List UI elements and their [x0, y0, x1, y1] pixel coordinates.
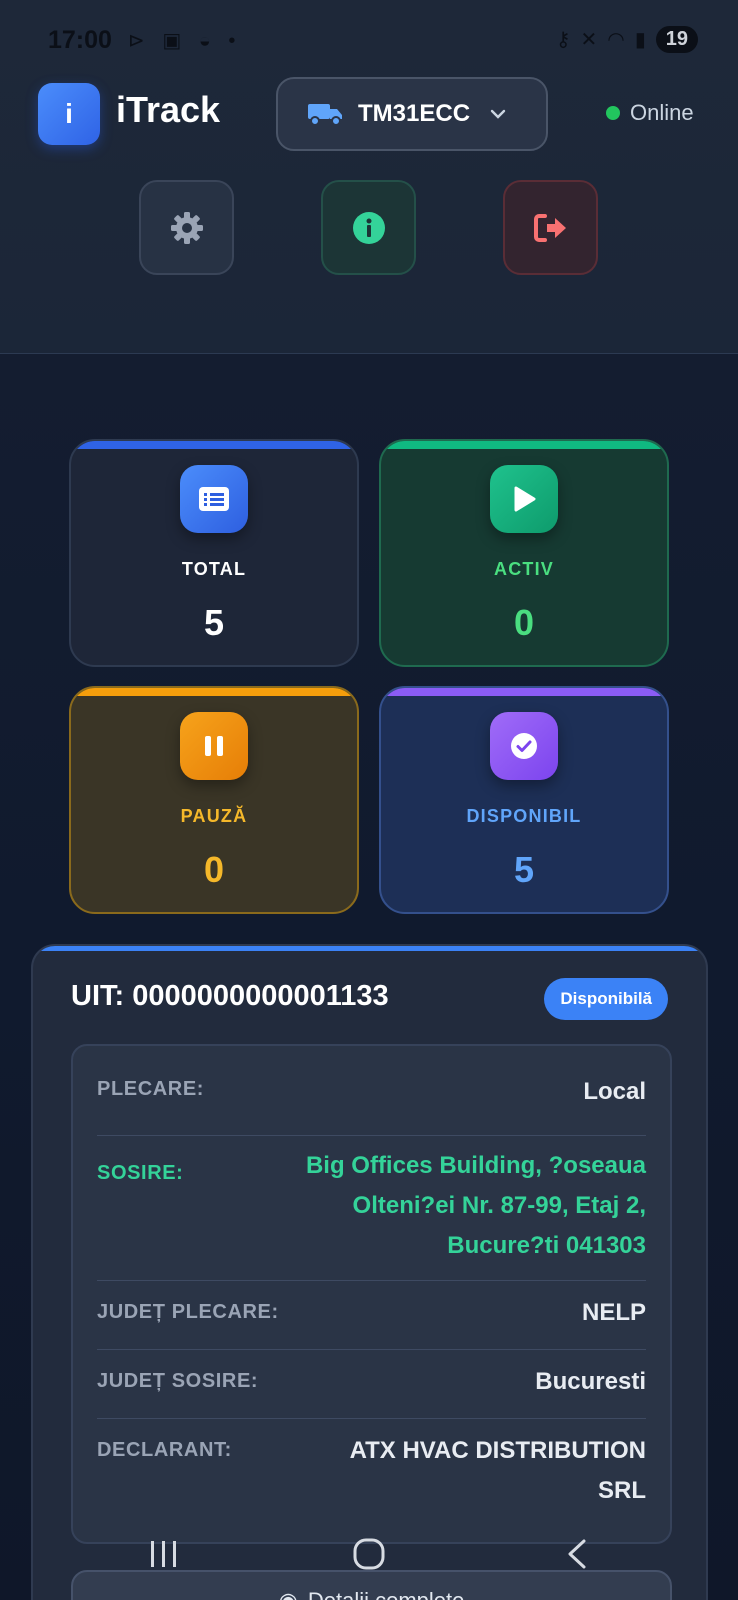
detail-value: Bucuresti	[535, 1368, 646, 1395]
card-accent-bar	[71, 688, 357, 696]
vehicle-selector[interactable]: TM31ECC	[276, 77, 548, 151]
detail-value: NELP	[581, 1299, 646, 1326]
stat-label: PAUZĂ	[180, 806, 248, 826]
detail-label: SOSIRE:	[97, 1162, 184, 1184]
uit-code: UIT: 0000000000001133	[71, 980, 389, 1012]
card-accent-bar	[71, 441, 357, 449]
stat-label: TOTAL	[181, 559, 247, 579]
online-dot-icon	[606, 106, 620, 120]
system-indicators: ⚷ ✕ ◠ ▮ 19	[556, 26, 698, 53]
logout-button[interactable]	[503, 180, 598, 275]
detail-row-judet-plecare: JUDEȚ PLECARE: NELP	[97, 1281, 646, 1350]
app-screen: i iTrack TM31ECC Online 17:00 ⊳ ▣ ◒ • ⚷ …	[0, 0, 738, 1600]
status-time: 17:00	[48, 26, 112, 54]
pause-icon	[180, 712, 248, 780]
check-circle-icon	[490, 712, 558, 780]
stat-card-activ[interactable]: ACTIV 0	[379, 439, 669, 667]
stat-label: DISPONIBIL	[466, 806, 582, 826]
system-nav-bar	[0, 1520, 738, 1600]
app-logo: i	[38, 83, 100, 145]
detail-value: ATX HVAC DISTRIBUTION SRL	[349, 1437, 646, 1504]
battery-indicator: 19	[655, 26, 698, 53]
detail-label: PLECARE:	[97, 1078, 205, 1100]
logout-icon	[533, 213, 566, 242]
stat-card-pauza[interactable]: PAUZĂ 0	[69, 686, 359, 914]
detail-label: JUDEȚ SOSIRE:	[97, 1370, 259, 1392]
card-accent-bar	[381, 441, 667, 449]
info-button[interactable]	[321, 180, 416, 275]
detail-row-sosire: SOSIRE: Big Offices Building, ?oseaua Ol…	[97, 1136, 646, 1281]
app-title: iTrack	[116, 89, 221, 130]
stat-card-total[interactable]: TOTAL 5	[69, 439, 359, 667]
route-card[interactable]: UIT: 0000000000001133 Disponibilă PLECAR…	[31, 944, 708, 1600]
list-icon	[180, 465, 248, 533]
stat-value: 5	[513, 849, 535, 890]
card-accent-bar	[381, 688, 667, 696]
route-details: PLECARE: Local SOSIRE: Big Offices Build…	[71, 1044, 672, 1544]
stat-value: 0	[203, 849, 225, 890]
stat-label: ACTIV	[494, 559, 554, 579]
status-badge: Disponibilă	[544, 978, 668, 1020]
detail-value: Local	[583, 1078, 646, 1105]
key-icon: ⚷	[555, 29, 571, 51]
system-status-bar: 17:00 ⊳ ▣ ◒ • ⚷ ✕ ◠ ▮ 19	[0, 0, 738, 80]
info-icon	[352, 211, 385, 244]
detail-label: DECLARANT:	[97, 1439, 232, 1461]
wifi-icon: ◠	[607, 29, 625, 51]
detail-value: Big Offices Building, ?oseaua Olteni?ei …	[305, 1152, 646, 1259]
notification-icons: ⊳ ▣ ◒ •	[128, 30, 242, 52]
mute-icon: ✕	[580, 29, 598, 51]
settings-button[interactable]	[139, 180, 234, 275]
gear-icon	[170, 211, 203, 244]
detail-row-plecare: PLECARE: Local	[97, 1046, 646, 1136]
vehicle-plate: TM31ECC	[358, 100, 471, 127]
detail-label: JUDEȚ PLECARE:	[97, 1301, 279, 1323]
truck-icon	[308, 104, 342, 126]
back-icon[interactable]	[564, 1538, 588, 1570]
home-icon[interactable]	[353, 1538, 385, 1570]
connection-status: Online	[606, 100, 694, 126]
play-icon	[490, 465, 558, 533]
recents-icon[interactable]	[148, 1538, 180, 1570]
stat-value: 5	[203, 602, 225, 643]
chevron-down-icon	[490, 109, 506, 119]
signal-icon: ▮	[634, 29, 646, 51]
card-accent-bar	[33, 946, 706, 951]
detail-row-declarant: DECLARANT: ATX HVAC DISTRIBUTION SRL	[97, 1419, 646, 1529]
stat-value: 0	[513, 602, 535, 643]
stat-card-disponibil[interactable]: DISPONIBIL 5	[379, 686, 669, 914]
logo-letter: i	[65, 98, 73, 129]
connection-status-label: Online	[630, 100, 694, 125]
detail-row-judet-sosire: JUDEȚ SOSIRE: Bucuresti	[97, 1350, 646, 1419]
